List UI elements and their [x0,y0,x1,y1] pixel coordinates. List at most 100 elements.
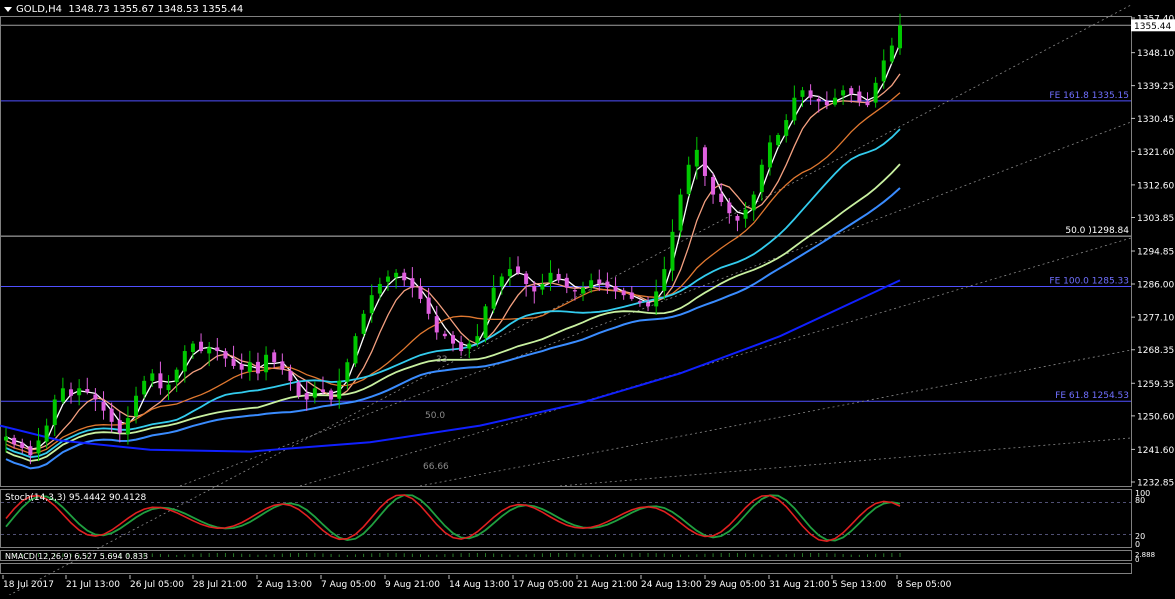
candle-body [540,283,545,290]
time-tick-label: 8 Sep 05:00 [897,580,952,590]
candle-body [239,363,244,370]
candle-body [134,395,139,417]
level-label: FE 61.8 1254.53 [1055,391,1129,401]
candle-body [711,177,716,195]
candle-body [629,292,634,299]
candle-body [410,278,415,288]
candle-body [621,290,626,296]
candle-body [182,351,187,372]
candle-body [426,297,431,314]
time-tick-label: 5 Sep 13:00 [832,580,887,590]
candle-body [394,272,399,278]
candle-body [264,354,269,373]
time-tick-label: 26 Jul 05:00 [130,580,184,590]
candle-body [85,389,90,393]
ma-salmon-line [5,73,901,451]
candle-body [654,291,659,307]
time-tick-label: 31 Aug 21:00 [769,580,830,590]
price-tick-label: 1268.35 [1137,346,1174,356]
candle-body [751,194,756,211]
candle-body [548,272,553,283]
candle-body [44,425,49,442]
candle-body [881,60,886,82]
candle-body [385,276,390,282]
candle-body [77,388,82,396]
candles [4,13,902,465]
candle-body [702,147,707,176]
chevron-down-icon[interactable] [4,6,12,12]
candle-body [556,273,561,281]
time-tick-label: 7 Aug 05:00 [321,580,376,590]
candle-body [459,342,464,352]
candle-body [524,273,529,284]
fan-label: 66.66 [423,462,449,472]
fan-line-4 [559,437,1132,487]
candle-body [800,90,805,97]
candle-body [889,45,894,62]
price-tick-label: 1303.85 [1137,214,1174,224]
candle-body [719,193,724,203]
candle-body [499,276,504,287]
candle-body [824,101,829,106]
stoch-axis-label: 80 [1135,496,1145,505]
candle-body [467,343,472,349]
candle-body [36,440,41,454]
candle-body [304,393,309,400]
macd-label: NMACD(12,26,9) 6.527 5.694 0.833 [5,552,148,561]
time-tick-label: 28 Jul 21:00 [193,580,247,590]
fan-label: 33 [436,355,447,365]
candle-body [52,399,57,426]
price-tick-label: 1286.00 [1137,280,1174,290]
candle-body [377,283,382,294]
macd-indicator: NMACD(12,26,9) 6.527 5.694 0.833 2.8880 [5,551,1155,564]
main-panel-frame [0,16,1132,487]
candle-body [532,285,537,292]
ma-orange-line [5,92,901,455]
candle-body [898,25,902,49]
price-chart[interactable]: Stoch(14,3,3) 95.4442 90.4128 100 80 20 0 NM… [0,0,1175,599]
time-axis: 18 Jul 2017 21 Jul 13:00 26 Jul 05:00 28 Ju… [2,575,952,590]
candle-body [646,302,651,307]
candle-body [255,361,260,374]
price-tick-label: 1241.60 [1137,446,1174,456]
candle-body [564,277,569,288]
candle-body [402,272,407,281]
macd-axis-label: 0 [1135,556,1139,564]
candle-body [759,164,764,193]
time-tick-label: 14 Aug 13:00 [449,580,510,590]
price-tick-label: 1250.60 [1137,412,1174,422]
fan-line-0 [1,4,1132,599]
candle-body [483,306,488,338]
candle-body [280,361,285,370]
chart-header[interactable]: GOLD,H4 1348.73 1355.67 1348.53 1355.44 [4,4,243,15]
candle-body [589,280,594,288]
candle-body [109,408,114,422]
chart-canvas[interactable]: Stoch(14,3,3) 95.4442 90.4128 10080200 NM… [0,0,1175,599]
candle-body [20,442,25,448]
price-tick-label: 1348.10 [1137,49,1174,59]
price-tick-label: 1259.35 [1137,380,1174,390]
candle-body [231,358,236,366]
price-tick-label: 1312.60 [1137,181,1174,191]
candle-body [125,418,130,435]
candle-body [857,91,862,102]
candle-body [832,97,837,105]
time-tick-label: 9 Aug 21:00 [385,580,440,590]
candle-body [743,209,748,219]
candle-body [166,384,171,391]
price-tick-label: 1321.60 [1137,148,1174,158]
candle-body [451,335,455,344]
price-tick-label: 1294.85 [1137,248,1174,258]
candle-body [605,281,610,288]
candle-body [865,101,870,106]
price-axis: 1357.401348.101339.251330.451321.601312.… [1131,15,1175,489]
candle-body [329,390,334,400]
candle-body [662,269,667,291]
candle-body [207,347,212,354]
stoch-panel-frame [0,489,1132,548]
candle-body [150,373,155,381]
candle-body [637,301,642,303]
candle-body [507,269,512,277]
time-tick-label: 21 Jul 13:00 [66,580,120,590]
price-tick-label: 1277.10 [1137,314,1174,324]
